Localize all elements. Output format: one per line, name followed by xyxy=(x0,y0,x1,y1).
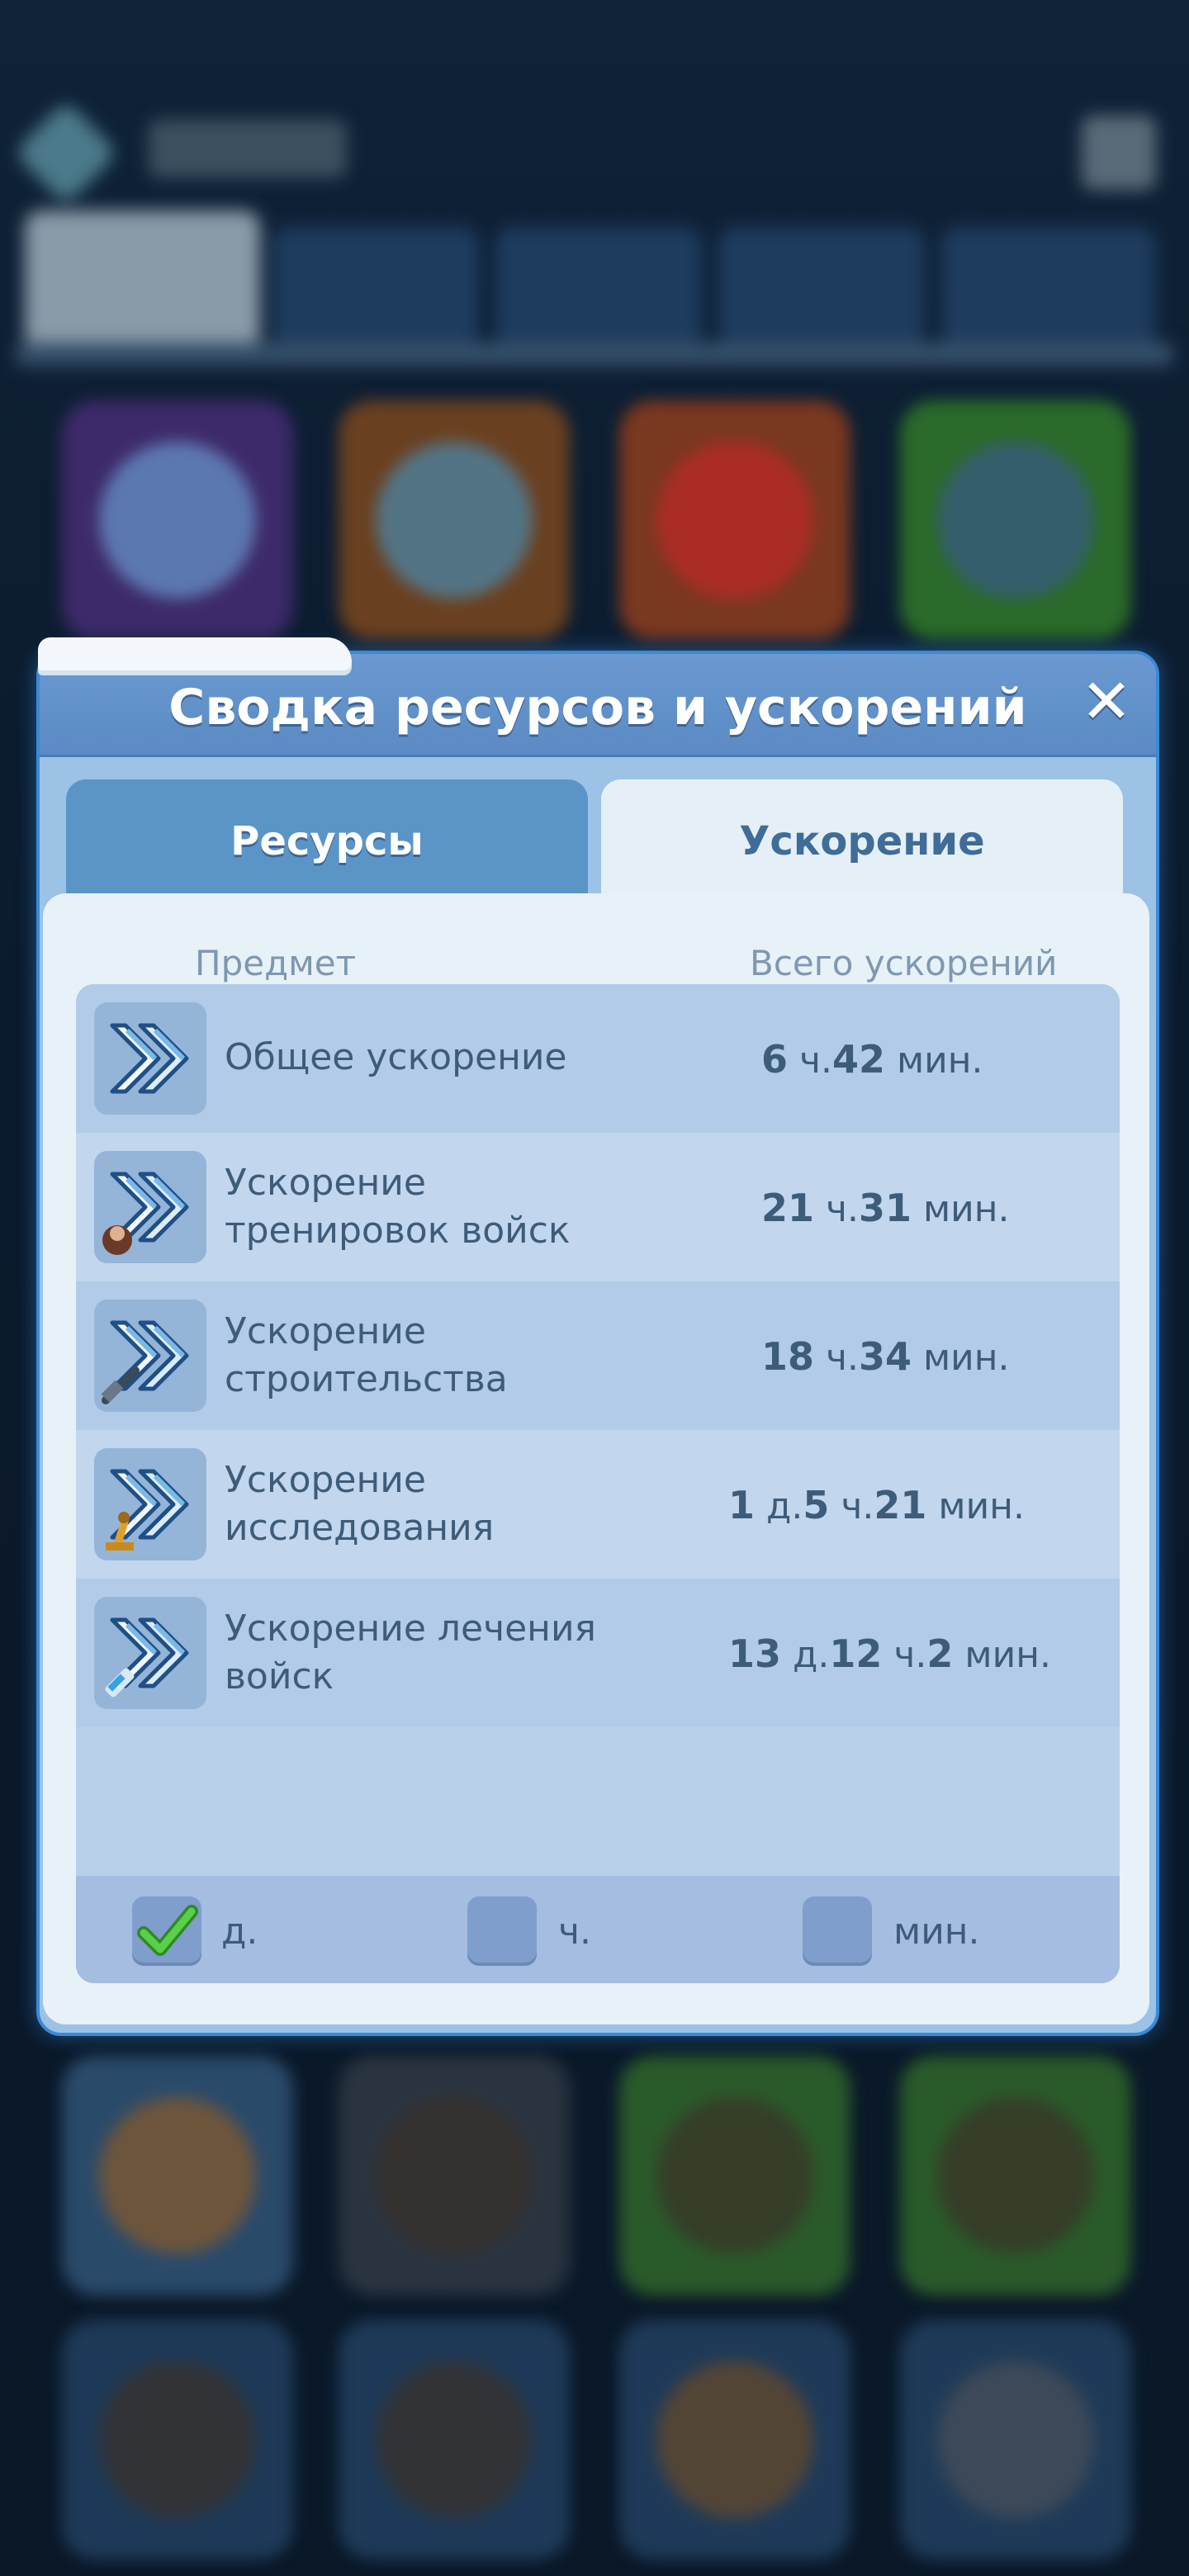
duration-unit: ч. xyxy=(788,1039,832,1082)
blurred-card xyxy=(619,400,850,640)
blurred-avatar xyxy=(13,100,119,206)
blurred-tab xyxy=(25,211,260,351)
close-button[interactable]: ✕ xyxy=(1073,669,1139,735)
blurred-card xyxy=(619,2056,850,2295)
table-empty-area xyxy=(76,1727,1120,1876)
speedup-row-label-line: Общее ускорение xyxy=(225,1036,567,1078)
blurred-card xyxy=(339,2056,570,2295)
blurred-tab xyxy=(272,227,479,351)
blurred-tab xyxy=(941,227,1156,351)
speedup-panel: Предмет Всего ускорений Общее ускорение 6… xyxy=(43,893,1149,2024)
checkmark-icon xyxy=(137,1905,198,1956)
speedup-row-total: 6 ч.42 мин. xyxy=(761,1037,1092,1082)
tab-resources[interactable]: Ресурсы xyxy=(66,779,588,903)
close-icon: ✕ xyxy=(1080,666,1132,737)
column-header-item: Предмет xyxy=(195,943,357,983)
dialog-title: Сводка ресурсов и ускорений xyxy=(168,679,1027,736)
speedup-row-label-line: исследования xyxy=(225,1507,495,1549)
duration-number: 18 xyxy=(761,1334,815,1379)
blurred-card xyxy=(619,2320,850,2559)
speedup-row-total: 1 д.5 ч.21 мин. xyxy=(728,1483,1059,1527)
summary-dialog: Сводка ресурсов и ускорений ✕ Ресурсы Ус… xyxy=(36,651,1159,2036)
duration-number: 5 xyxy=(803,1483,830,1527)
blurred-card xyxy=(62,400,293,640)
speedup-row-label-line: Ускорение лечения xyxy=(225,1608,597,1650)
unit-checkbox-minutes[interactable] xyxy=(803,1896,872,1966)
blurred-tab xyxy=(718,227,925,351)
blurred-divider xyxy=(17,343,1172,366)
duration-number: 6 xyxy=(761,1037,789,1082)
blurred-card xyxy=(62,2320,293,2559)
blurred-card xyxy=(62,2056,293,2295)
snow-decoration xyxy=(38,637,352,670)
blurred-card xyxy=(900,2320,1131,2559)
duration-unit: ч. xyxy=(829,1485,874,1527)
speedup-row-label-line: Ускорение xyxy=(225,1459,426,1501)
speedup-research-icon xyxy=(94,1448,206,1560)
speedup-row-label: Ускорение строительства xyxy=(225,1308,508,1404)
speedup-row-label-line: войск xyxy=(225,1655,334,1698)
duration-unit: мин. xyxy=(912,1337,1010,1379)
speedup-row: Ускорение строительства 18 ч.34 мин. xyxy=(76,1281,1120,1430)
speedup-row-label: Общее ускорение xyxy=(225,1034,567,1082)
duration-unit: ч. xyxy=(814,1337,859,1379)
blurred-card xyxy=(339,2320,570,2559)
duration-unit: мин. xyxy=(912,1188,1010,1230)
blurred-tab xyxy=(495,227,702,351)
speedup-row-label: Ускорение исследования xyxy=(225,1456,494,1552)
unit-label-minutes: мин. xyxy=(893,1911,980,1953)
speedup-building-icon xyxy=(94,1300,206,1412)
duration-number: 1 xyxy=(728,1483,756,1527)
speedup-row: Ускорение исследования 1 д.5 ч.21 мин. xyxy=(76,1430,1120,1579)
duration-number: 21 xyxy=(761,1186,815,1230)
speedup-row-total: 18 ч.34 мин. xyxy=(761,1334,1092,1379)
speedup-row-label: Ускорение тренировок войск xyxy=(225,1159,570,1255)
unit-checkbox-days[interactable] xyxy=(132,1896,201,1966)
unit-filter-bar: д. ч. мин. xyxy=(76,1876,1120,1983)
duration-unit: д. xyxy=(781,1634,830,1676)
duration-unit: мин. xyxy=(885,1039,983,1082)
speedup-row-label-line: Ускорение xyxy=(225,1162,426,1204)
blurred-title xyxy=(149,120,347,178)
speedup-row-label-line: тренировок войск xyxy=(225,1210,571,1252)
duration-number: 42 xyxy=(831,1037,885,1082)
column-header-total: Всего ускорений xyxy=(750,943,1058,983)
speedup-training-icon xyxy=(94,1151,206,1263)
tab-speedup[interactable]: Ускорение xyxy=(601,779,1123,903)
speedup-row-label-line: строительства xyxy=(225,1358,508,1400)
speedup-row-total: 13 д.12 ч.2 мин. xyxy=(728,1631,1059,1676)
duration-number: 2 xyxy=(926,1631,954,1676)
blurred-card xyxy=(900,400,1131,640)
duration-number: 31 xyxy=(858,1186,912,1230)
blurred-top-bar xyxy=(0,0,1189,380)
speedup-general-icon xyxy=(94,1002,206,1115)
speedup-row: Общее ускорение 6 ч.42 мин. xyxy=(76,984,1120,1133)
duration-number: 34 xyxy=(858,1334,912,1379)
unit-label-days: д. xyxy=(221,1911,258,1953)
blurred-card xyxy=(900,2056,1131,2295)
blurred-card xyxy=(339,400,570,640)
duration-number: 12 xyxy=(829,1631,883,1676)
duration-unit: д. xyxy=(755,1485,803,1527)
duration-number: 13 xyxy=(728,1631,782,1676)
speedup-row: Ускорение тренировок войск 21 ч.31 мин. xyxy=(76,1133,1120,1281)
speedup-table: Общее ускорение 6 ч.42 мин. Ускорение трени… xyxy=(76,984,1120,1983)
duration-unit: мин. xyxy=(953,1634,1051,1676)
speedup-healing-icon xyxy=(94,1597,206,1709)
duration-unit: ч. xyxy=(882,1634,927,1676)
duration-unit: ч. xyxy=(814,1188,859,1230)
speedup-row-total: 21 ч.31 мин. xyxy=(761,1186,1092,1230)
duration-unit: мин. xyxy=(926,1485,1025,1527)
speedup-row-label: Ускорение лечения войск xyxy=(225,1605,596,1701)
unit-checkbox-hours[interactable] xyxy=(467,1896,537,1966)
duration-number: 21 xyxy=(874,1483,927,1527)
speedup-row-label-line: Ускорение xyxy=(225,1310,426,1352)
blurred-home-icon xyxy=(1082,116,1156,190)
unit-label-hours: ч. xyxy=(558,1911,591,1953)
speedup-row: Ускорение лечения войск 13 д.12 ч.2 мин. xyxy=(76,1579,1120,1727)
